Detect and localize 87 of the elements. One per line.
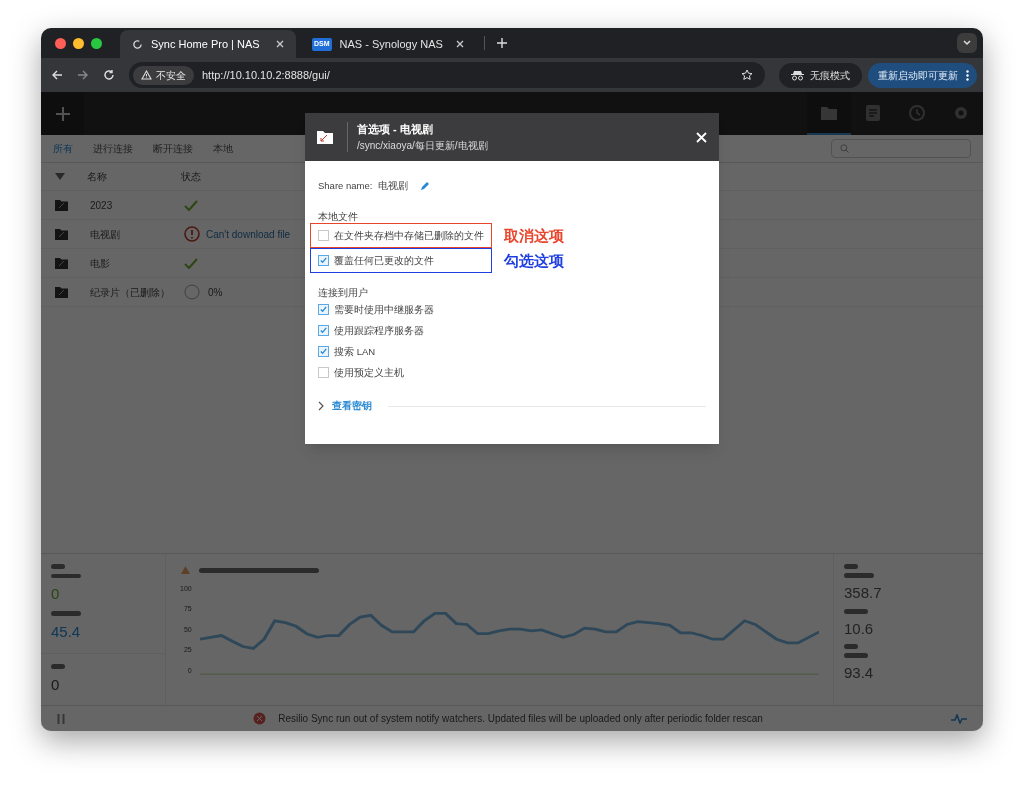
option-label[interactable]: 覆盖任何已更改的文件 [334,253,434,268]
folder-icon [821,105,837,120]
folder-name: 2023 [90,198,114,213]
blurred-text [51,573,81,579]
error-icon [184,226,200,242]
folder-icon [55,286,68,298]
activity-icon[interactable] [951,713,967,724]
filter-icon[interactable] [55,173,65,180]
blurred-text [844,653,868,658]
section-heading: 连接到用户 [318,287,369,300]
blurred-text [844,573,874,578]
search-icon [840,144,849,153]
view-keys-link[interactable]: 查看密钥 [332,399,372,414]
annotation-text: 勾选这项 [504,250,564,271]
upload-speed: 0 [51,584,61,605]
folder-name: 电视剧 [90,227,121,242]
more-icon [966,69,969,81]
status-message: Resilio Sync run out of system notify watchers. Updated files will be uploaded only after periodic folder rescan [278,712,763,726]
dialog-title: 首选项 - 电视剧 [357,122,434,138]
checkbox[interactable] [318,230,329,242]
option-label[interactable]: 需要时使用中继服务器 [334,302,434,317]
search-field[interactable] [831,139,971,158]
folder-name: 电影 [90,256,111,271]
blurred-text [51,610,81,616]
folder-path: /sync/xiaoya/每日更新/电视剧 [357,138,489,153]
peak-speed: 358.7 [844,583,883,603]
blurred-text [844,644,858,649]
address-bar[interactable]: 不安全 http://10.10.10.2:8888/gui/ [129,62,765,88]
back-icon[interactable] [51,69,63,81]
browser-tab[interactable]: Sync Home Pro | NAS [120,30,296,58]
section-heading: 本地文件 [318,211,359,224]
minimize-window-button[interactable] [73,37,84,49]
settings-icon [953,104,969,121]
new-tab-icon[interactable] [497,38,507,48]
option-label[interactable]: 搜索 LAN [334,344,376,359]
disk-usage: 0 [51,675,61,695]
checkbox[interactable] [318,325,329,337]
edit-icon[interactable] [420,181,431,192]
progress-text: 0% [208,285,223,300]
annotation-text: 取消这项 [504,225,564,246]
pause-icon[interactable] [57,713,65,724]
checkbox[interactable] [318,346,329,358]
folder-icon [55,228,68,240]
incognito-icon [791,69,804,81]
checkbox[interactable] [318,304,329,316]
warning-icon [141,70,152,80]
reload-icon[interactable] [103,69,115,81]
option-label[interactable]: 使用跟踪程序服务器 [334,323,424,338]
transferred-size: 10.6 [844,618,875,639]
blurred-text [51,664,65,669]
folder-name: 纪录片（已删除） [90,285,162,300]
chevron-right-icon[interactable] [318,401,324,412]
option-label[interactable]: 在文件夹存档中存储已删除的文件 [334,228,484,243]
error-icon [253,712,267,725]
zoom-window-button[interactable] [91,37,102,49]
warning-icon [180,565,191,575]
note-icon [866,104,880,121]
shared-folder-icon [317,130,333,144]
checkmark-icon [184,199,198,211]
tab-search-button[interactable] [957,33,977,53]
close-window-button[interactable] [55,37,66,49]
history-size: 93.4 [844,663,875,683]
download-speed: 45.4 [51,621,82,642]
share-name-label: Share name: [318,179,373,193]
url-text: http://10.10.10.2:8888/gui/ [202,67,331,83]
loading-icon [132,38,143,50]
option-label[interactable]: 使用预定义主机 [334,365,404,380]
bookmark-star-icon[interactable] [741,69,753,81]
plus-icon [55,106,70,121]
checkmark-icon [184,257,198,269]
chevron-down-icon [963,40,971,46]
clock-icon [909,104,925,121]
forward-icon[interactable] [77,69,89,81]
folder-icon [55,199,68,211]
close-icon[interactable] [456,40,464,48]
blurred-text [51,564,65,569]
checkbox[interactable] [318,367,329,379]
folder-icon [55,257,68,269]
security-chip[interactable]: 不安全 [133,65,194,85]
incognito-chip[interactable]: 无痕模式 [779,62,862,88]
checkbox[interactable] [318,255,329,267]
blurred-text [844,608,868,614]
update-button[interactable]: 重新启动即可更新 [868,62,977,88]
blurred-text [844,564,858,569]
close-icon[interactable] [276,40,284,48]
progress-ring-icon [184,284,200,300]
share-name-value: 电视剧 [378,179,409,193]
